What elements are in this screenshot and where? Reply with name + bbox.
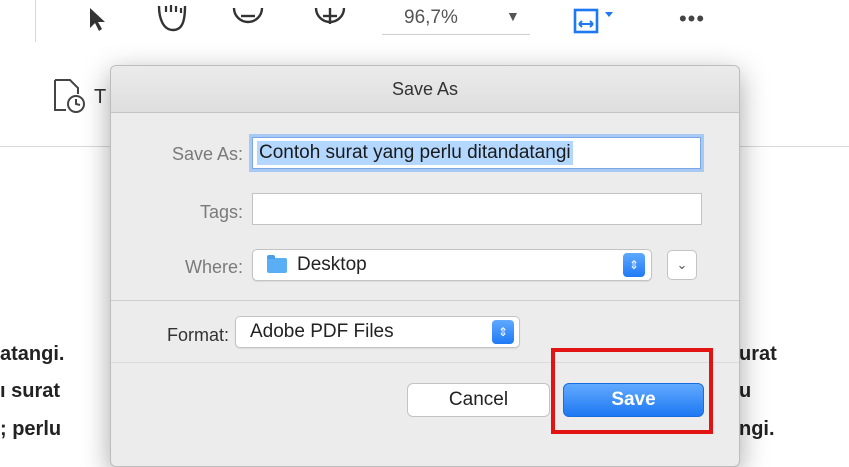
dialog-divider bbox=[111, 300, 739, 301]
document-line: urat bbox=[739, 343, 777, 365]
expand-chevron-icon[interactable]: ⌄ bbox=[667, 250, 697, 280]
app-toolbar: 96,7% ▼ ••• bbox=[0, 0, 849, 50]
tags-field[interactable] bbox=[252, 193, 702, 225]
format-popup[interactable]: Adobe PDF Files ⇕ bbox=[235, 316, 520, 348]
toolbar-divider bbox=[35, 0, 36, 42]
zoom-in-icon[interactable] bbox=[312, 4, 348, 34]
document-line: u bbox=[739, 380, 752, 402]
document-line: ; perlu bbox=[0, 418, 62, 440]
popup-stepper-icon: ⇕ bbox=[492, 320, 514, 344]
toolbar-label-partial: T bbox=[94, 86, 107, 108]
where-value: Desktop bbox=[297, 254, 367, 275]
zoom-out-icon[interactable] bbox=[230, 4, 266, 34]
where-label: Where: bbox=[184, 257, 243, 277]
more-options-icon[interactable]: ••• bbox=[672, 4, 712, 34]
cancel-button[interactable]: Cancel bbox=[407, 383, 550, 417]
where-popup[interactable]: Desktop ⇕ bbox=[252, 249, 652, 281]
save-as-label: Save As: bbox=[171, 144, 243, 164]
folder-icon bbox=[267, 255, 287, 273]
document-clock-icon[interactable] bbox=[52, 78, 88, 119]
zoom-dropdown[interactable]: 96,7% ▼ bbox=[382, 2, 530, 35]
format-value: Adobe PDF Files bbox=[250, 321, 394, 342]
format-label: Format: bbox=[166, 325, 229, 345]
document-line: ı surat bbox=[0, 380, 61, 402]
fit-page-icon[interactable] bbox=[570, 4, 620, 34]
hand-tool-icon[interactable] bbox=[152, 4, 192, 34]
highlight-box bbox=[551, 348, 713, 434]
document-line: atangi. bbox=[0, 343, 65, 365]
filename-field[interactable]: Contoh surat yang perlu ditandatangi bbox=[252, 137, 701, 169]
filename-value: Contoh surat yang perlu ditandatangi bbox=[257, 141, 573, 165]
popup-stepper-icon: ⇕ bbox=[623, 253, 645, 277]
dialog-title: Save As bbox=[111, 66, 739, 113]
select-arrow-icon[interactable] bbox=[80, 4, 114, 34]
zoom-value: 96,7% bbox=[404, 7, 458, 28]
document-line: ngi. bbox=[739, 418, 775, 440]
chevron-down-icon: ▼ bbox=[506, 8, 520, 24]
tags-label: Tags: bbox=[199, 202, 243, 222]
